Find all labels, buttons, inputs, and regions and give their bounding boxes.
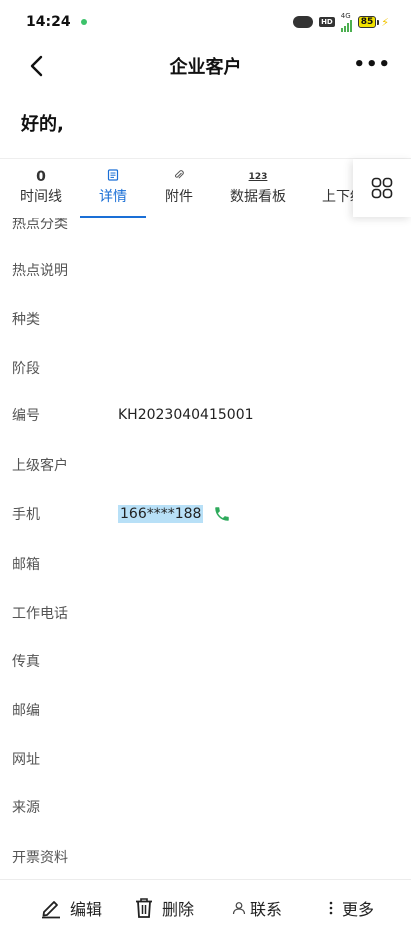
field-row-fax: 传真 xyxy=(0,636,411,685)
battery-level: 85 xyxy=(357,16,377,28)
field-label: 种类 xyxy=(12,311,40,328)
delete-label: 删除 xyxy=(162,900,195,919)
field-label: 上级客户 xyxy=(12,457,68,474)
vertical-dots-icon xyxy=(329,901,333,915)
field-row-work-phone: 工作电话 xyxy=(0,588,411,637)
charging-icon: ⚡ xyxy=(381,15,389,29)
field-label: 工作电话 xyxy=(12,605,68,622)
more-menu-button[interactable]: ••• xyxy=(353,54,391,75)
page-title: 企业客户 xyxy=(169,57,242,78)
bottom-action-bar: 编辑 删除 联系 更多 xyxy=(0,879,411,935)
field-row-hot-description: 热点说明 xyxy=(0,245,411,294)
grid-icon xyxy=(371,177,393,199)
document-icon xyxy=(88,169,138,185)
field-label: 热点说明 xyxy=(12,262,68,279)
more-actions-button[interactable]: 更多 xyxy=(328,880,374,935)
timeline-count: 0 xyxy=(36,169,46,185)
tab-label: 数据看板 xyxy=(230,189,286,205)
status-icons: HD 4G 85 ⚡ xyxy=(293,11,389,32)
field-row-stage: 阶段 xyxy=(0,343,411,392)
tab-dashboard[interactable]: 123 数据看板 xyxy=(226,169,290,206)
customer-name: 好的, xyxy=(21,114,64,135)
notification-dot-icon xyxy=(80,19,87,25)
field-row-number: 编号 KH2023040415001 xyxy=(0,390,411,439)
field-row-mobile: 手机 166****188 xyxy=(0,489,411,538)
field-row-parent-customer: 上级客户 xyxy=(0,440,411,489)
field-label: 网址 xyxy=(12,751,40,768)
field-label: 手机 xyxy=(12,506,40,523)
field-row-source: 来源 xyxy=(0,782,411,831)
field-label: 来源 xyxy=(12,799,40,816)
cloud-icon xyxy=(293,16,314,28)
tab-label: 详情 xyxy=(99,189,127,205)
more-label: 更多 xyxy=(342,900,375,919)
phone-call-icon[interactable] xyxy=(213,505,231,523)
tab-attachments[interactable]: 附件 xyxy=(160,169,198,206)
field-label: 热点分类 xyxy=(12,218,68,232)
detail-field-list[interactable]: 热点分类 热点说明 种类 阶段 编号 KH2023040415001 上级客户 … xyxy=(0,218,411,878)
contact-label: 联系 xyxy=(250,900,283,919)
customer-number: KH2023040415001 xyxy=(118,406,254,423)
tab-details[interactable]: 详情 xyxy=(88,169,138,206)
pencil-icon xyxy=(42,901,60,919)
field-label: 邮箱 xyxy=(12,556,40,573)
mobile-number[interactable]: 166****188 xyxy=(118,504,204,523)
field-row-hot-category: 热点分类 xyxy=(0,218,411,247)
tab-label: 时间线 xyxy=(20,189,62,205)
signal-bars-icon xyxy=(340,19,352,32)
field-label: 传真 xyxy=(12,653,40,670)
contact-button[interactable]: 联系 xyxy=(232,880,282,935)
field-row-email: 邮箱 xyxy=(0,539,411,588)
field-label: 阶段 xyxy=(12,360,40,377)
field-label: 开票资料 xyxy=(12,849,68,866)
numbers-icon: 123 xyxy=(248,172,268,182)
field-label: 邮编 xyxy=(12,702,40,719)
field-label: 编号 xyxy=(12,407,40,424)
edit-button[interactable]: 编辑 xyxy=(40,880,102,935)
nav-bar: 企业客户 ••• xyxy=(0,44,411,88)
status-bar: 14:24 HD 4G 85 ⚡ xyxy=(0,0,411,44)
all-tabs-button[interactable] xyxy=(353,159,411,217)
signal-icon: 4G xyxy=(340,11,352,32)
delete-button[interactable]: 删除 xyxy=(134,880,194,935)
trash-icon xyxy=(136,898,152,918)
back-button[interactable] xyxy=(24,52,52,80)
field-row-invoice-info: 开票资料 xyxy=(0,832,411,878)
network-type: 4G xyxy=(340,11,351,20)
mobile-value: 166****188 xyxy=(118,504,231,523)
person-icon xyxy=(232,902,246,915)
paperclip-icon xyxy=(160,169,198,185)
tab-strip: 0 时间线 详情 附件 123 数据看板 上下级 xyxy=(0,158,411,218)
battery-icon: 85 ⚡ xyxy=(357,15,389,29)
edit-label: 编辑 xyxy=(70,900,103,919)
field-row-postcode: 邮编 xyxy=(0,685,411,734)
field-row-website: 网址 xyxy=(0,734,411,783)
tab-timeline[interactable]: 0 时间线 xyxy=(18,169,64,206)
status-time: 14:24 xyxy=(26,14,71,30)
tab-label: 附件 xyxy=(165,189,193,205)
hd-icon: HD xyxy=(319,17,335,27)
field-row-type: 种类 xyxy=(0,294,411,343)
